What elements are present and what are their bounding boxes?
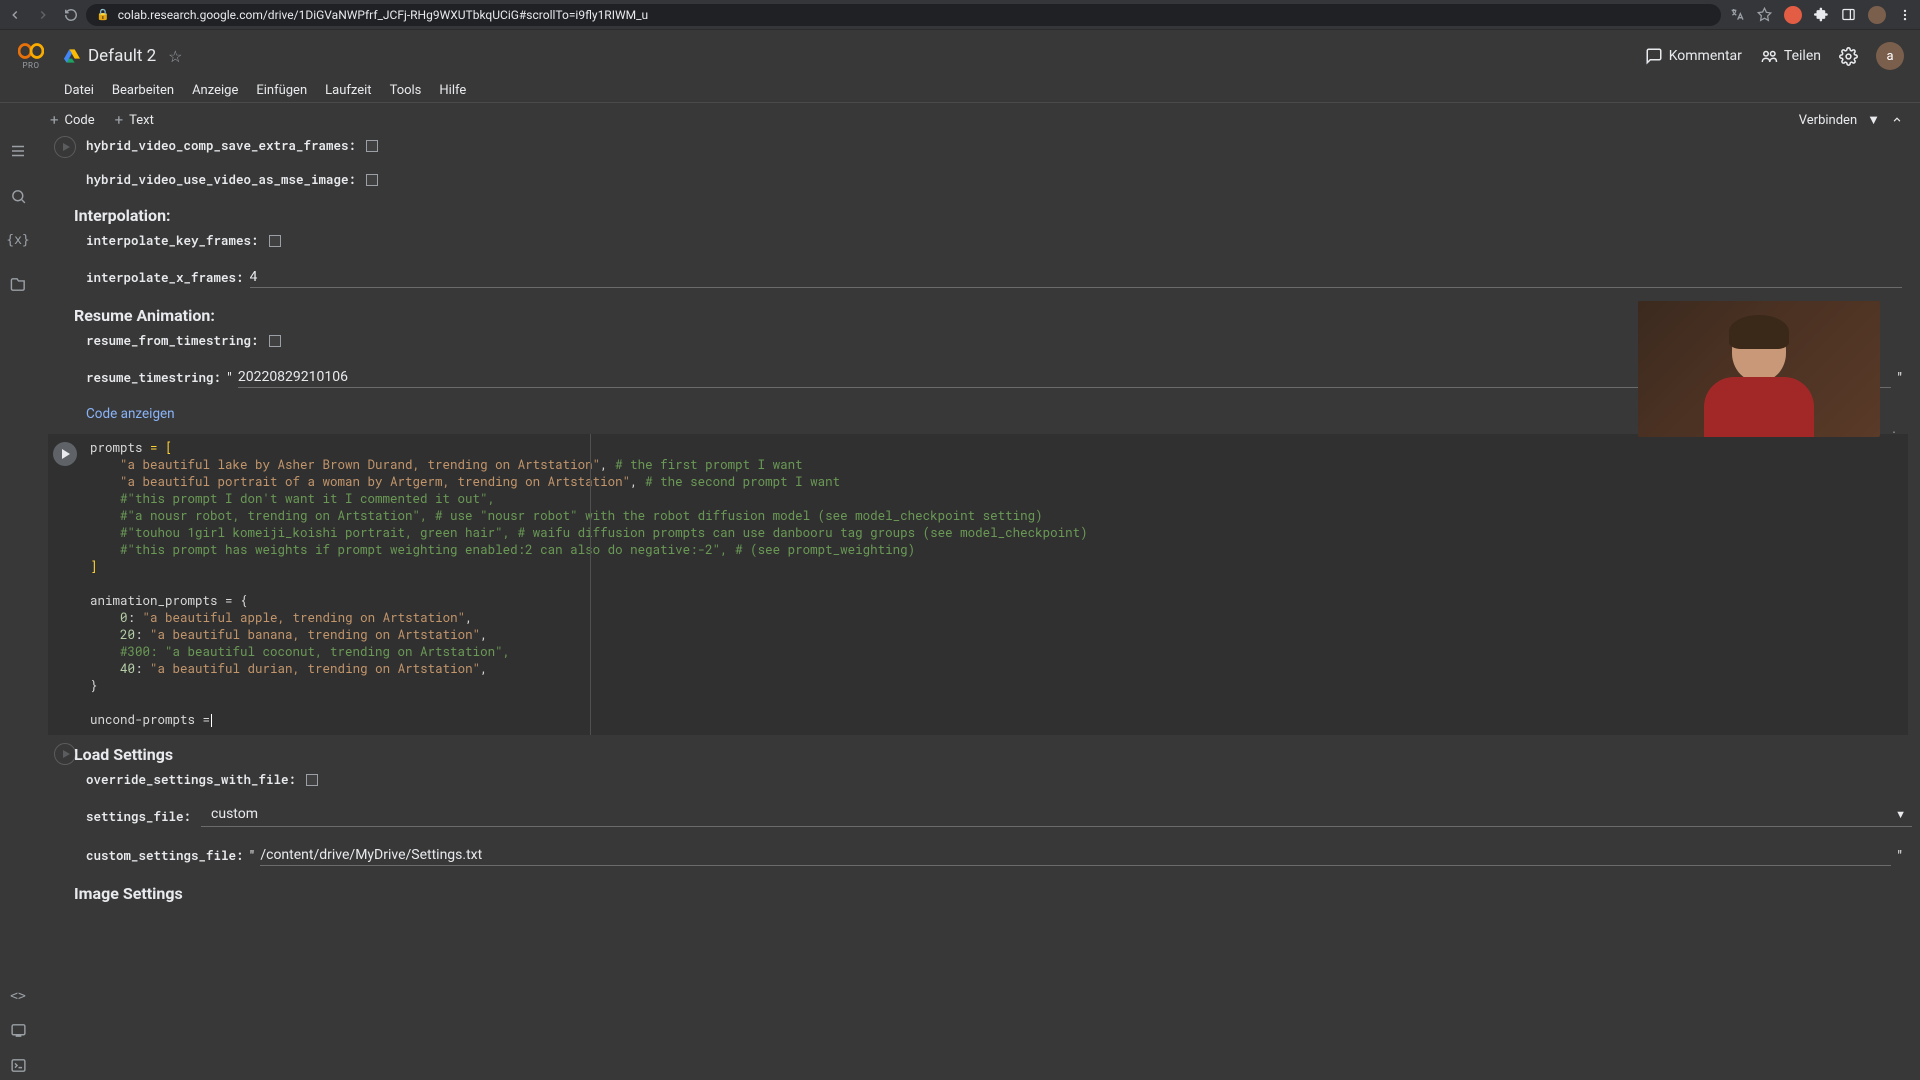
panel-icon[interactable] <box>1841 7 1856 22</box>
connect-button[interactable]: Verbinden <box>1799 113 1857 128</box>
extension-badge-icon[interactable] <box>1784 6 1802 24</box>
run-button[interactable] <box>54 743 76 765</box>
colab-header: PRO Default 2 ☆ Kommentar Teilen a Datei… <box>0 30 1920 102</box>
menu-bar: Datei Bearbeiten Anzeige Einfügen Laufze… <box>16 78 1904 102</box>
notebook-title[interactable]: Default 2 <box>88 46 156 66</box>
menu-runtime[interactable]: Laufzeit <box>325 83 371 98</box>
code-editor[interactable]: prompts = [ "a beautiful lake by Asher B… <box>82 434 1908 735</box>
nav-icons <box>8 8 78 22</box>
browser-right <box>1729 6 1912 24</box>
run-cell-button[interactable] <box>53 442 77 466</box>
star-icon[interactable] <box>1757 7 1772 22</box>
menu-file[interactable]: Datei <box>64 83 94 98</box>
browser-toolbar: 🔒 colab.research.google.com/drive/1DiGVa… <box>0 0 1920 30</box>
menu-help[interactable]: Hilfe <box>439 83 466 98</box>
comment-button[interactable]: Kommentar <box>1645 47 1742 65</box>
person-figure <box>1704 319 1814 437</box>
add-text-button[interactable]: +Text <box>105 107 164 133</box>
extensions-icon[interactable] <box>1814 7 1829 22</box>
interp-key-checkbox[interactable] <box>269 235 281 247</box>
resume-from-label: resume_from_timestring: <box>86 333 259 349</box>
hybrid-save-checkbox[interactable] <box>366 140 378 152</box>
user-avatar[interactable]: a <box>1876 42 1904 70</box>
menu-edit[interactable]: Bearbeiten <box>112 83 174 98</box>
interp-x-input[interactable] <box>250 267 1902 288</box>
forward-icon[interactable] <box>36 8 50 22</box>
star-outline-icon[interactable]: ☆ <box>168 47 182 66</box>
address-bar[interactable]: 🔒 colab.research.google.com/drive/1DiGVa… <box>86 4 1721 26</box>
vars-icon[interactable]: {x} <box>6 233 29 248</box>
hybrid-mse-label: hybrid_video_use_video_as_mse_image: <box>86 172 356 188</box>
translate-icon[interactable] <box>1729 7 1745 23</box>
interp-x-label: interpolate_x_frames: <box>86 270 244 286</box>
pro-badge: PRO <box>23 61 40 70</box>
collapse-icon[interactable] <box>1890 113 1904 127</box>
form-cell-load: Load Settings override_settings_with_fil… <box>44 745 1912 903</box>
files-icon[interactable] <box>10 276 27 293</box>
settings-file-label: settings_file: <box>86 809 191 825</box>
text-cursor <box>211 714 212 727</box>
url-text: colab.research.google.com/drive/1DiGVaNW… <box>118 8 648 22</box>
menu-insert[interactable]: Einfügen <box>256 83 307 98</box>
profile-avatar-icon[interactable] <box>1868 6 1886 24</box>
resume-ts-label: resume_timestring: <box>86 370 221 386</box>
share-button[interactable]: Teilen <box>1760 47 1821 65</box>
prompts-code-cell: ↑ ⋮ prompts = [ "a beautiful lake by Ash… <box>48 434 1908 735</box>
notebook-main: hybrid_video_comp_save_extra_frames: hyb… <box>36 132 1920 1080</box>
left-rail: {x} <box>0 132 36 1080</box>
custom-file-input[interactable] <box>260 845 1891 866</box>
ruler-line <box>590 434 591 735</box>
search-icon[interactable] <box>10 188 27 205</box>
drive-file-icon <box>64 49 80 63</box>
kebab-icon[interactable] <box>1898 8 1912 22</box>
settings-gear-icon[interactable] <box>1839 47 1858 66</box>
menu-tools[interactable]: Tools <box>390 83 422 98</box>
toc-icon[interactable] <box>9 142 27 160</box>
settings-file-select[interactable]: custom ▼ <box>201 806 1912 827</box>
interp-key-label: interpolate_key_frames: <box>86 233 259 249</box>
add-code-button[interactable]: +Code <box>40 107 105 133</box>
override-label: override_settings_with_file: <box>86 772 296 788</box>
hybrid-save-label: hybrid_video_comp_save_extra_frames: <box>86 138 356 154</box>
image-settings-heading: Image Settings <box>74 884 1912 903</box>
terminal-icon[interactable] <box>10 1057 27 1074</box>
resume-from-checkbox[interactable] <box>269 335 281 347</box>
snippets-icon[interactable]: <> <box>10 989 26 1004</box>
form-cell-animation: hybrid_video_comp_save_extra_frames: hyb… <box>44 138 1912 422</box>
menu-view[interactable]: Anzeige <box>192 83 238 98</box>
colab-logo[interactable]: PRO <box>16 42 46 70</box>
webcam-overlay <box>1638 301 1880 437</box>
reload-icon[interactable] <box>64 8 78 22</box>
load-settings-heading: Load Settings <box>74 745 1912 764</box>
run-button[interactable] <box>54 136 76 158</box>
custom-file-label: custom_settings_file: <box>86 848 244 864</box>
lock-icon: 🔒 <box>96 8 110 21</box>
resume-heading: Resume Animation: <box>74 306 1912 325</box>
interpolation-heading: Interpolation: <box>74 206 1912 225</box>
chevron-down-icon: ▼ <box>1895 808 1906 821</box>
notebook-title-bar: Default 2 ☆ <box>64 46 183 66</box>
connect-dropdown-icon[interactable]: ▼ <box>1867 112 1880 128</box>
commands-icon[interactable] <box>10 1022 27 1039</box>
back-icon[interactable] <box>8 8 22 22</box>
code-run-gutter <box>48 434 82 735</box>
hybrid-mse-checkbox[interactable] <box>366 174 378 186</box>
override-checkbox[interactable] <box>306 774 318 786</box>
